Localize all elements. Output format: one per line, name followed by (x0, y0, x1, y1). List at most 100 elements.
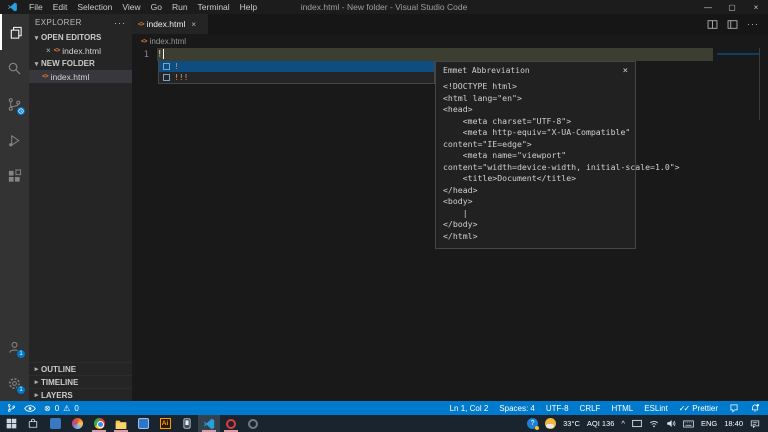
tab-index-html[interactable]: <> index.html × (132, 14, 208, 34)
editor-code-area[interactable]: 1 ! ! !!! Emmet Abbreviation × <!DOCTYPE… (132, 48, 768, 401)
accounts-icon[interactable]: 1 (0, 329, 29, 365)
taskbar-app-chrome[interactable] (88, 415, 110, 432)
menu-file[interactable]: File (24, 2, 48, 12)
taskbar-app-vscode[interactable] (198, 415, 220, 432)
tab-label: index.html (147, 19, 186, 29)
source-control-icon[interactable] (0, 86, 29, 122)
html-file-icon: <> (138, 21, 144, 28)
start-button[interactable] (0, 415, 22, 432)
close-button[interactable]: × (744, 0, 768, 14)
menu-terminal[interactable]: Terminal (193, 2, 235, 12)
folder-name-label: NEW FOLDER (41, 59, 95, 68)
suggestion-item-bang[interactable]: ! (159, 61, 434, 72)
taskbar-app-file-explorer[interactable] (110, 415, 132, 432)
weather-temp[interactable]: 33°C (563, 419, 580, 428)
folder-section-new-folder[interactable]: ▾ NEW FOLDER (29, 57, 132, 70)
emmet-close-icon[interactable]: × (623, 66, 628, 76)
taskbar-app-your-phone[interactable] (176, 415, 198, 432)
open-editor-item-index-html[interactable]: × <> index.html (29, 44, 132, 57)
taskbar-app-circle[interactable] (242, 415, 264, 432)
action-center-icon[interactable] (750, 419, 760, 429)
menu-run[interactable]: Run (167, 2, 193, 12)
open-editors-section[interactable]: ▾ OPEN EDITORS (29, 31, 132, 44)
html-file-icon: <> (141, 38, 147, 45)
chevron-down-icon: ▾ (32, 60, 41, 68)
line-content: ! (157, 49, 164, 60)
source-control-clock-badge (16, 106, 26, 116)
open-editor-filename: index.html (62, 46, 101, 56)
breadcrumb[interactable]: <> index.html (132, 34, 768, 48)
suggestion-item-triple-bang[interactable]: !!! (159, 72, 434, 83)
extensions-icon[interactable] (0, 158, 29, 194)
language-indicator[interactable]: ENG (701, 419, 717, 428)
breadcrumb-filename: index.html (150, 37, 186, 46)
menu-help[interactable]: Help (235, 2, 262, 12)
layout-icon[interactable] (727, 19, 738, 30)
taskbar-app-photos[interactable] (66, 415, 88, 432)
html-file-icon: <> (54, 47, 60, 54)
weather-icon[interactable] (545, 418, 556, 429)
tab-close-icon[interactable]: × (191, 20, 196, 29)
menu-go[interactable]: Go (146, 2, 167, 12)
suggestion-label: ! (174, 62, 179, 71)
clock[interactable]: 18:40 (724, 419, 743, 428)
file-item-index-html[interactable]: <> index.html (29, 70, 132, 83)
system-tray: ? 33°C AQI 136 ^ ENG 18:40 (527, 418, 768, 429)
emmet-popup-title: Emmet Abbreviation (443, 66, 530, 75)
accounts-badge: 1 (16, 349, 26, 359)
window-icon[interactable] (632, 419, 642, 428)
indentation-setting[interactable]: Spaces: 4 (499, 404, 535, 413)
taskbar-app-illustrator[interactable]: Ai (154, 415, 176, 432)
errors-indicator[interactable]: ⊗ 0 ⚠ 0 (44, 404, 79, 413)
split-editor-icon[interactable] (707, 19, 718, 30)
sidebar-header: EXPLORER ··· (29, 14, 132, 31)
close-editor-icon[interactable]: × (46, 46, 51, 55)
outline-section[interactable]: ▸ OUTLINE (29, 362, 132, 375)
menu-selection[interactable]: Selection (72, 2, 117, 12)
remote-branch-icon[interactable] (7, 403, 16, 413)
network-icon[interactable] (649, 419, 659, 428)
live-preview-eye-icon[interactable] (24, 404, 36, 413)
code-line-1[interactable]: 1 ! (132, 48, 768, 61)
file-item-filename: index.html (51, 72, 90, 82)
sidebar-more-actions-icon[interactable]: ··· (114, 18, 126, 28)
taskbar-app-mail[interactable] (132, 415, 154, 432)
minimize-button[interactable]: — (696, 0, 720, 14)
window-title: index.html - New folder - Visual Studio … (301, 2, 468, 12)
run-debug-icon[interactable] (0, 122, 29, 158)
menu-view[interactable]: View (117, 2, 145, 12)
notifications-bell-icon[interactable] (750, 403, 760, 413)
cursor-position[interactable]: Ln 1, Col 2 (450, 404, 489, 413)
encoding-setting[interactable]: UTF-8 (546, 404, 569, 413)
prettier-status[interactable]: ✓✓ Prettier (679, 404, 718, 413)
minimap-slider[interactable] (717, 53, 759, 55)
text-cursor (163, 49, 164, 59)
feedback-icon[interactable] (729, 403, 739, 413)
help-icon[interactable]: ? (527, 418, 538, 429)
weather-aqi[interactable]: AQI 136 (587, 419, 615, 428)
line-number: 1 (132, 50, 149, 60)
language-mode[interactable]: HTML (611, 404, 633, 413)
search-icon[interactable] (0, 50, 29, 86)
taskbar-app-store[interactable] (22, 415, 44, 432)
snippet-icon (163, 74, 170, 81)
eol-setting[interactable]: CRLF (580, 404, 601, 413)
restore-button[interactable]: ▢ (720, 0, 744, 14)
eslint-status[interactable]: ESLint (644, 404, 668, 413)
chevron-right-icon: ▸ (32, 365, 41, 373)
more-actions-icon[interactable]: ··· (747, 19, 759, 29)
taskbar-app-cube[interactable] (44, 415, 66, 432)
scrollbar[interactable] (759, 48, 760, 120)
explorer-icon[interactable] (0, 14, 29, 50)
timeline-section[interactable]: ▸ TIMELINE (29, 375, 132, 388)
menu-edit[interactable]: Edit (48, 2, 73, 12)
warning-icon: ⚠ (63, 404, 70, 413)
touch-keyboard-icon[interactable] (683, 420, 694, 428)
taskbar-app-opera[interactable] (220, 415, 242, 432)
layers-section[interactable]: ▸ LAYERS (29, 388, 132, 401)
volume-icon[interactable] (666, 419, 676, 428)
emmet-popup-header: Emmet Abbreviation × (436, 62, 635, 79)
tray-expand-chevron[interactable]: ^ (621, 419, 625, 428)
open-editors-label: OPEN EDITORS (41, 33, 101, 42)
settings-gear-icon[interactable]: 1 (0, 365, 29, 401)
